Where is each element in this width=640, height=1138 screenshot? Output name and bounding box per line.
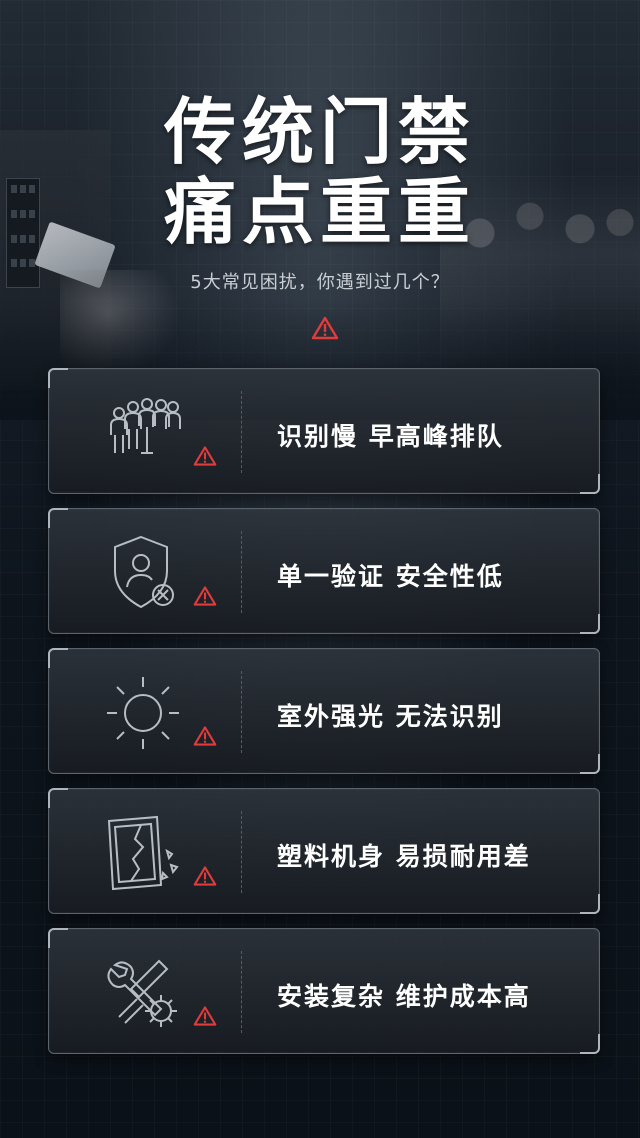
warning-icon <box>193 586 217 606</box>
warning-icon <box>193 1006 217 1026</box>
warning-icon <box>193 866 217 886</box>
divider <box>241 531 242 613</box>
pain-point-label: 识别慢 早高峰排队 <box>277 422 504 451</box>
warning-icon <box>193 726 217 746</box>
divider <box>241 951 242 1033</box>
shield-user-icon <box>114 535 174 609</box>
pain-point-label: 安装复杂 维护成本高 <box>277 982 531 1011</box>
broken-panel-icon <box>107 815 179 891</box>
page-title-line2: 痛点重重 <box>163 170 476 254</box>
pain-point-label: 单一验证 安全性低 <box>277 562 504 591</box>
crowd-queue-icon <box>110 398 181 454</box>
divider <box>241 391 242 473</box>
pain-point-card-2: 单一验证 安全性低 <box>48 508 600 634</box>
page-subtitle: 5大常见困扰，你遇到过几个？ <box>190 272 450 293</box>
wrench-gear-icon <box>107 959 177 1027</box>
page-title-line1: 传统门禁 <box>163 90 476 174</box>
divider <box>241 671 242 753</box>
sun-icon <box>107 677 179 749</box>
pain-point-card-5: 安装复杂 维护成本高 <box>48 928 600 1054</box>
divider <box>241 811 242 893</box>
pain-point-label: 室外强光 无法识别 <box>277 702 504 731</box>
pain-point-label: 塑料机身 易损耐用差 <box>277 842 531 871</box>
pain-point-card-4: 塑料机身 易损耐用差 <box>48 788 600 914</box>
warning-icon <box>193 446 217 466</box>
pain-point-card-1: 识别慢 早高峰排队 <box>48 368 600 494</box>
warning-icon <box>311 316 339 340</box>
pain-point-card-3: 室外强光 无法识别 <box>48 648 600 774</box>
